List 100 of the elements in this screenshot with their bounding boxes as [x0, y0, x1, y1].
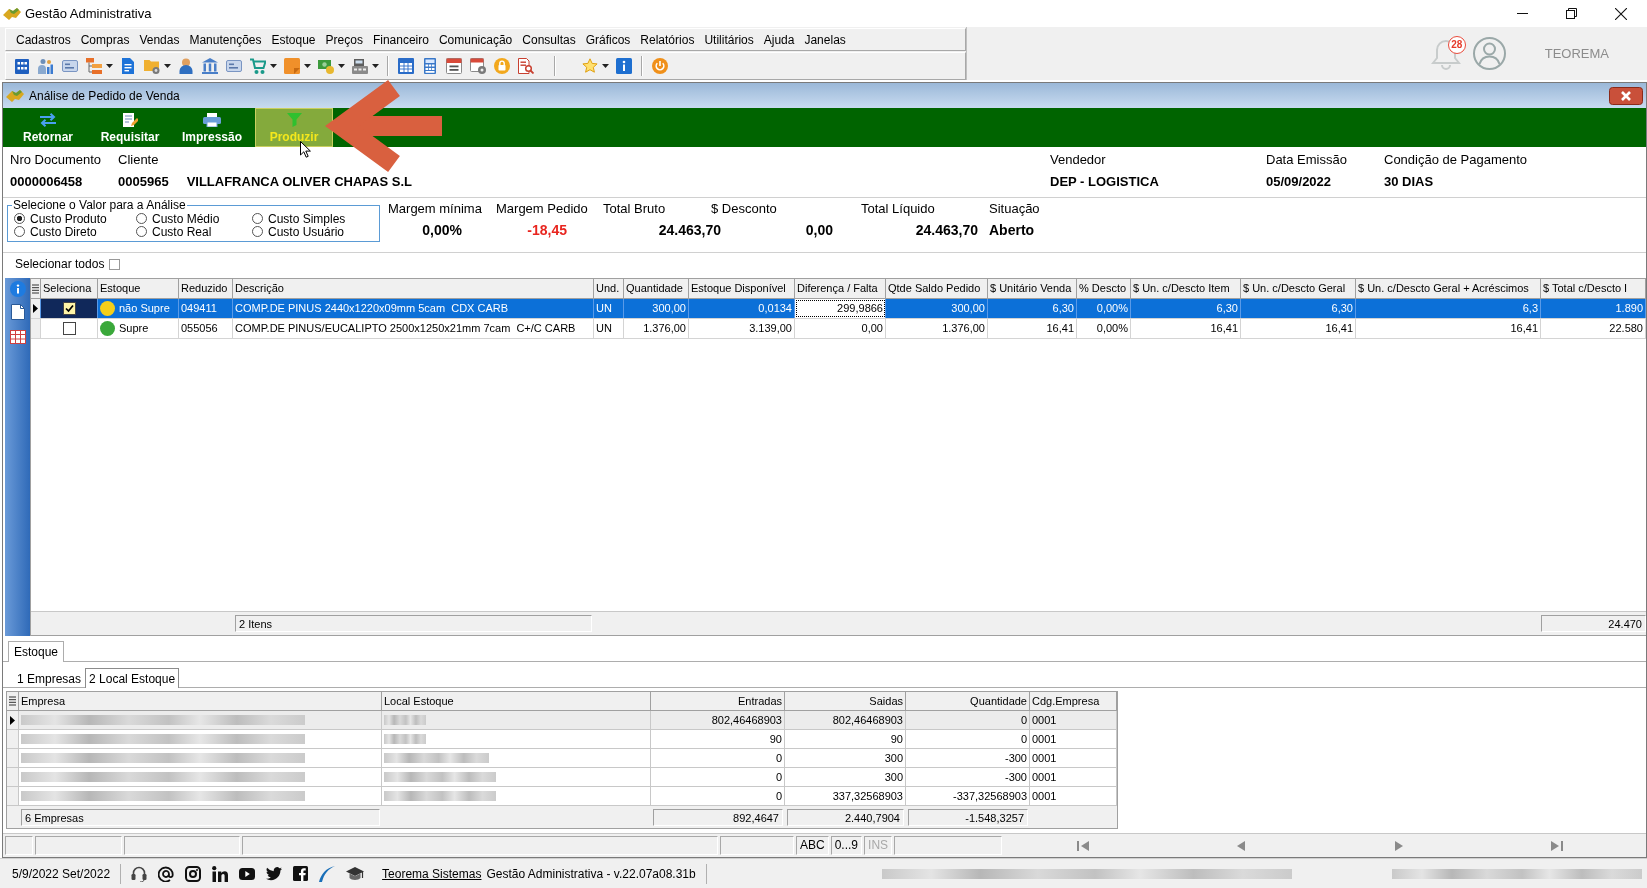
radio-button[interactable] [136, 213, 147, 224]
close-icon[interactable] [1615, 7, 1627, 20]
column-header[interactable]: Seleciona [41, 279, 98, 298]
video-play-icon[interactable] [239, 867, 256, 880]
column-header[interactable]: Descrição [233, 279, 594, 298]
building-icon[interactable] [14, 58, 30, 74]
column-header[interactable]: $ Un. c/Descto Geral [1241, 279, 1356, 298]
headset-icon[interactable] [131, 865, 148, 882]
star-icon[interactable] [582, 58, 598, 74]
column-header[interactable]: % Descto [1077, 279, 1131, 298]
caret-icon[interactable] [372, 64, 379, 68]
caret-icon[interactable] [338, 64, 345, 68]
column-header[interactable]: Und. [594, 279, 624, 298]
people-chart-icon[interactable] [38, 58, 54, 74]
tab[interactable]: 2 Local Estoque [85, 668, 180, 688]
column-header[interactable]: Estoque [98, 279, 179, 298]
cash-register-icon[interactable] [352, 58, 368, 74]
column-header[interactable]: $ Un. c/Descto Item [1131, 279, 1241, 298]
column-header[interactable]: Qtde Saldo Pedido [886, 279, 988, 298]
caret-icon[interactable] [270, 64, 277, 68]
column-header[interactable]: Entradas [651, 692, 785, 710]
radio-button[interactable] [252, 226, 263, 237]
menu-item[interactable]: Vendas [134, 32, 185, 47]
checkbox[interactable] [62, 302, 76, 315]
close-icon[interactable] [1609, 86, 1643, 105]
action-button[interactable]: Requisitar [91, 108, 169, 147]
last-record-icon[interactable] [1551, 840, 1564, 851]
folder-gear-icon[interactable] [144, 58, 160, 74]
checkbox[interactable] [109, 258, 121, 270]
table-row[interactable]: não Supre 049411 COMP.DE PINUS 2440x1220x09mm 5cam CDX CARB UN 300,00 0,0134 299,9866 300,00 6,30 0,00% 6,30 6,30 6,3 1.890 [31, 299, 1646, 319]
at-sign-icon[interactable] [158, 865, 175, 882]
menu-item[interactable]: Financeiro [367, 32, 434, 47]
menu-item[interactable]: Preços [320, 32, 368, 47]
menu-item[interactable]: Utilitários [699, 32, 759, 47]
bell-icon[interactable] [1430, 37, 1461, 72]
menu-item[interactable]: Manutenções [184, 32, 267, 47]
column-header[interactable]: Cdg.Empresa [1030, 692, 1117, 710]
column-header[interactable]: Saidas [785, 692, 906, 710]
calculator-icon[interactable] [422, 58, 438, 74]
table-row[interactable]: 0 300 -300 0001 [7, 768, 1117, 787]
person-icon[interactable] [178, 58, 194, 74]
card-icon[interactable] [226, 58, 242, 74]
linkedin-icon[interactable] [212, 865, 229, 882]
action-button[interactable]: Impressão [173, 108, 251, 147]
column-header[interactable]: Empresa [19, 692, 382, 710]
calendar-gear-icon[interactable] [470, 58, 486, 74]
table-row[interactable]: 90 90 0 0001 [7, 730, 1117, 749]
caret-icon[interactable] [602, 64, 609, 68]
tab[interactable]: 1 Empresas [13, 668, 86, 688]
restore-icon[interactable] [1566, 8, 1577, 19]
table-row[interactable]: Supre 055056 COMP.DE PINUS/EUCALIPTO 2500x1250x21mm 7cam C+/C CARB UN 1.376,00 3.139,00 0,00 1.376,00 16,41 0,00% 16,41 16,41 16,41 22.580 [31, 319, 1646, 339]
tab[interactable]: Estoque [8, 641, 65, 662]
bank-icon[interactable] [202, 58, 218, 74]
table-icon[interactable] [9, 330, 26, 344]
previous-icon[interactable] [1235, 840, 1248, 851]
menu-item[interactable]: Consultas [517, 32, 581, 47]
column-header[interactable]: Quantidade [906, 692, 1030, 710]
column-header[interactable]: $ Total c/Descto I [1541, 279, 1646, 298]
column-header[interactable]: Diferença / Falta [795, 279, 886, 298]
column-header[interactable]: Estoque Disponível [689, 279, 795, 298]
info-icon[interactable] [9, 281, 26, 297]
radio-button[interactable] [14, 213, 25, 224]
info-icon[interactable] [616, 58, 632, 74]
card-icon[interactable] [62, 58, 78, 74]
menu-item[interactable]: Relatórios [635, 32, 700, 47]
menu-item[interactable]: Gráficos [580, 32, 636, 47]
table-row[interactable]: 802,46468903 802,46468903 0 0001 [7, 711, 1117, 730]
radio-button[interactable] [14, 226, 25, 237]
radio-button[interactable] [252, 213, 263, 224]
menu-item[interactable]: Estoque [266, 32, 321, 47]
column-menu-icon[interactable] [9, 696, 16, 706]
column-header[interactable]: Quantidade [624, 279, 689, 298]
calendar-icon[interactable] [446, 58, 462, 74]
checkbox[interactable] [62, 322, 76, 335]
radio-button[interactable] [136, 226, 147, 237]
calendar-icon[interactable] [398, 58, 414, 74]
bird-icon[interactable] [266, 866, 283, 881]
menu-item[interactable]: Comunicação [433, 32, 518, 47]
document-search-icon[interactable] [518, 58, 534, 74]
menu-item[interactable]: Janelas [799, 32, 851, 47]
link[interactable]: Teorema Sistemas [382, 866, 482, 881]
instagram-icon[interactable] [185, 865, 202, 882]
column-menu-icon[interactable] [32, 283, 39, 294]
document-icon[interactable] [10, 304, 25, 320]
document-icon[interactable] [120, 58, 136, 74]
column-header[interactable]: $ Unitário Venda [988, 279, 1077, 298]
caret-icon[interactable] [304, 64, 311, 68]
column-header[interactable]: $ Un. c/Descto Geral + Acréscimos [1356, 279, 1541, 298]
menu-item[interactable]: Compras [75, 32, 135, 47]
graduation-cap-icon[interactable] [346, 865, 365, 882]
caret-icon[interactable] [106, 64, 113, 68]
menu-item[interactable]: Cadastros [11, 32, 76, 47]
column-header[interactable]: Reduzido [179, 279, 233, 298]
action-button[interactable]: Retornar [9, 108, 87, 147]
table-row[interactable]: 0 300 -300 0001 [7, 749, 1117, 768]
facebook-icon[interactable] [293, 866, 309, 881]
column-header[interactable]: Local Estoque [382, 692, 651, 710]
first-record-icon[interactable] [1077, 840, 1090, 851]
caret-icon[interactable] [164, 64, 171, 68]
menu-item[interactable]: Ajuda [758, 32, 800, 47]
